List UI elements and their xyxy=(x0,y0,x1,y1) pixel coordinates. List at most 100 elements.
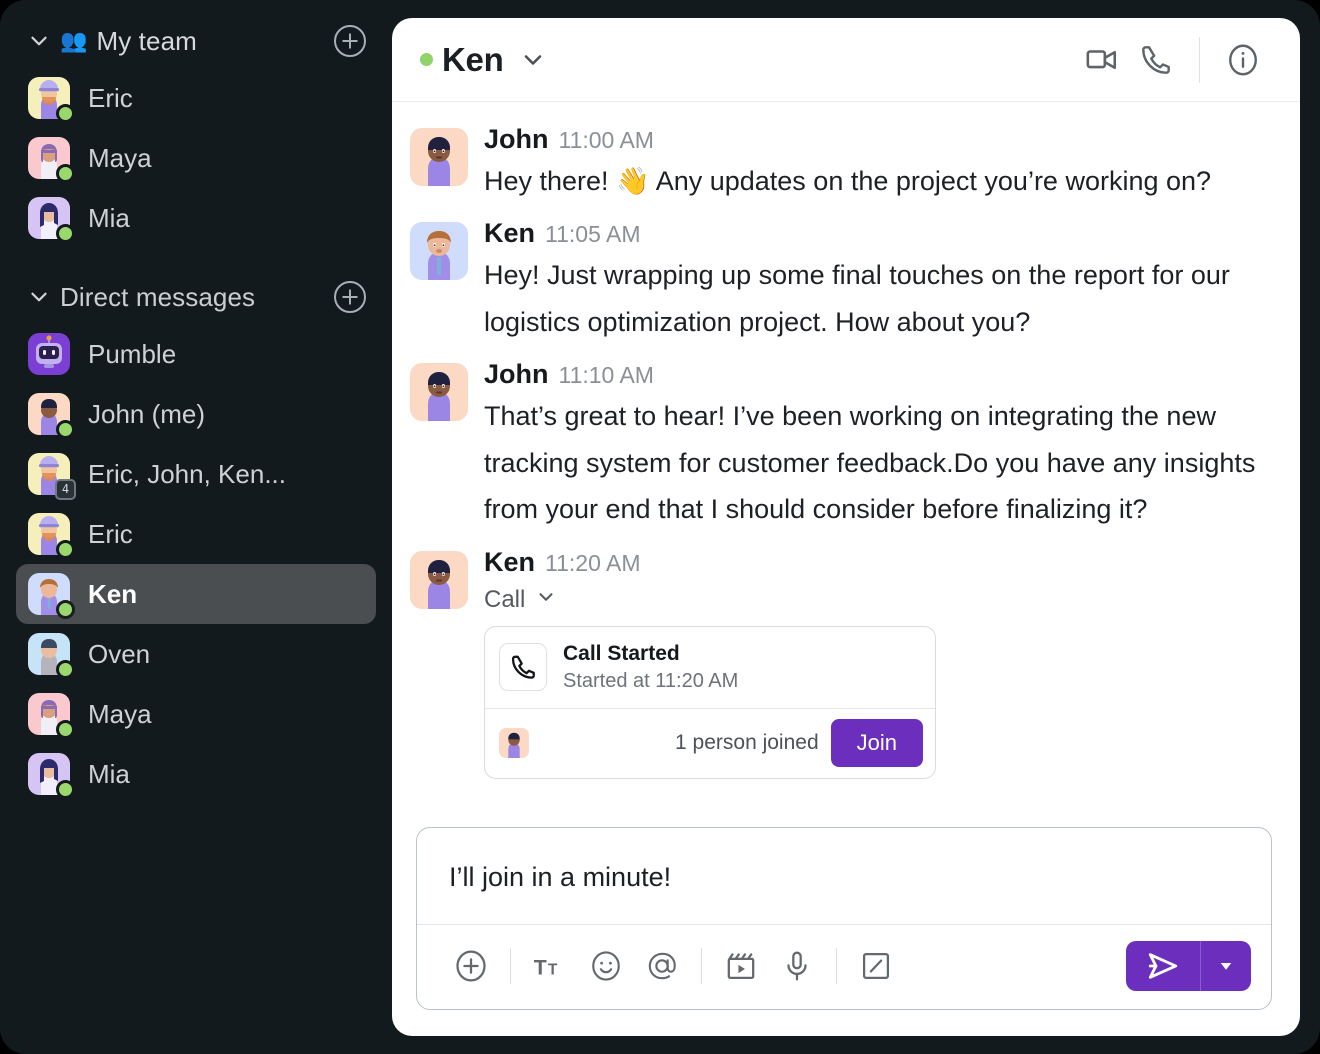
call-section-toggle[interactable]: Call xyxy=(484,586,1270,615)
send-icon[interactable] xyxy=(1126,941,1200,991)
send-button-group xyxy=(1126,941,1251,991)
avatar-john xyxy=(410,363,468,422)
message-author: Ken xyxy=(484,546,536,577)
info-icon[interactable] xyxy=(1216,37,1270,83)
call-message-body: Ken 11:20 AM Call Call Started Started a… xyxy=(484,547,1270,779)
avatar xyxy=(28,753,75,799)
sidebar-item-label: Oven xyxy=(88,638,151,669)
message-author: John xyxy=(484,124,549,154)
sidebar-item-label: Eric xyxy=(88,518,133,549)
text-format-icon[interactable]: TT xyxy=(522,939,578,993)
emoji-icon[interactable] xyxy=(578,939,634,993)
sidebar-item-maya[interactable]: Maya xyxy=(16,128,376,188)
status-dot-online xyxy=(56,540,75,559)
plus-circle-icon[interactable] xyxy=(334,25,366,57)
group-member-count-badge: 4 xyxy=(55,479,76,500)
avatar xyxy=(28,513,75,559)
people-emoji-icon: 👥 xyxy=(60,28,88,53)
video-call-icon[interactable] xyxy=(1075,37,1129,83)
avatar-john xyxy=(410,128,468,186)
mention-icon[interactable] xyxy=(634,939,690,993)
avatar-john xyxy=(410,550,468,609)
avatar xyxy=(28,393,75,439)
page-title: Ken xyxy=(442,40,504,78)
sidebar-item-label: Pumble xyxy=(88,338,177,369)
message-author: John xyxy=(484,359,549,390)
message-list: John 11:00 AM Hey there! 👋 Any updates o… xyxy=(392,102,1300,821)
sidebar-item-label: Mia xyxy=(88,202,130,233)
status-dot-online xyxy=(56,660,75,679)
call-card-text: Call Started Started at 11:20 AM xyxy=(563,641,738,694)
divider xyxy=(836,948,837,984)
slash-command-icon[interactable] xyxy=(848,939,904,993)
sidebar-item-label: Maya xyxy=(88,698,152,729)
caret-down-icon[interactable] xyxy=(1201,941,1251,991)
sidebar-item-oven[interactable]: Oven xyxy=(16,624,376,684)
presence-indicator-online xyxy=(420,53,433,66)
avatar-pumble-bot xyxy=(28,333,70,375)
call-card-footer: 1 person joined Join xyxy=(485,707,935,778)
divider xyxy=(701,948,702,984)
sidebar: 👥 My team Eric Maya Mia Direct messages … xyxy=(0,0,392,1054)
dm-section-header[interactable]: Direct messages xyxy=(0,270,392,324)
divider xyxy=(1199,36,1200,83)
plus-circle-icon[interactable] xyxy=(443,939,499,993)
message-item: John 11:00 AM Hey there! 👋 Any updates o… xyxy=(410,124,1270,204)
avatar-ken xyxy=(410,222,468,281)
message-text: Hey there! 👋 Any updates on the project … xyxy=(484,166,1212,196)
message-body: Ken 11:05 AM Hey! Just wrapping up some … xyxy=(484,218,1270,345)
message-text: That’s great to hear! I’ve been working … xyxy=(484,401,1256,525)
sidebar-item-group-chat[interactable]: 4 Eric, John, Ken... xyxy=(16,444,376,504)
conversation-header: Ken xyxy=(392,18,1300,102)
sidebar-item-pumble[interactable]: Pumble xyxy=(16,324,376,384)
sidebar-item-eric[interactable]: Eric xyxy=(16,68,376,128)
microphone-icon[interactable] xyxy=(769,939,825,993)
call-card-title: Call Started xyxy=(563,641,680,665)
team-section-label: My team xyxy=(96,25,197,56)
sidebar-item-label: John (me) xyxy=(88,398,206,429)
sidebar-item-label: Eric xyxy=(88,82,133,113)
message-author: Ken xyxy=(484,218,536,249)
chevron-down-icon[interactable] xyxy=(22,280,56,314)
sidebar-item-label: Ken xyxy=(88,578,138,609)
chevron-down-icon[interactable] xyxy=(535,586,557,615)
dm-list: Pumble John (me) 4 Eric, John, Ken... Er… xyxy=(0,324,392,804)
chevron-down-icon[interactable] xyxy=(519,46,547,74)
status-dot-online xyxy=(56,720,75,739)
sidebar-item-ken[interactable]: Ken xyxy=(16,564,376,624)
message-meta: Ken 11:20 AM xyxy=(484,547,1270,578)
avatar: 4 xyxy=(28,453,76,500)
call-section-label: Call xyxy=(484,586,526,614)
voice-call-icon[interactable] xyxy=(1129,37,1183,83)
sidebar-item-maya-dm[interactable]: Maya xyxy=(16,684,376,744)
chevron-down-icon[interactable] xyxy=(22,24,56,58)
team-section-header[interactable]: 👥 My team xyxy=(0,14,392,68)
sidebar-item-mia-dm[interactable]: Mia xyxy=(16,744,376,804)
sidebar-item-john-me[interactable]: John (me) xyxy=(16,384,376,444)
message-body: John 11:00 AM Hey there! 👋 Any updates o… xyxy=(484,124,1270,204)
sidebar-item-eric-dm[interactable]: Eric xyxy=(16,504,376,564)
call-card-subtitle: Started at 11:20 AM xyxy=(563,669,739,692)
team-members-list: Eric Maya Mia xyxy=(0,68,392,248)
chat-app-window: 👥 My team Eric Maya Mia Direct messages … xyxy=(0,0,1320,1054)
message-input[interactable]: I’ll join in a minute! xyxy=(417,828,1271,924)
message-timestamp: 11:05 AM xyxy=(545,221,641,248)
team-section-title: 👥 My team xyxy=(60,26,197,57)
sidebar-item-mia[interactable]: Mia xyxy=(16,188,376,248)
message-body: John 11:10 AM That’s great to hear! I’ve… xyxy=(484,359,1270,532)
conversation-panel: Ken John 11:00 AM Hey there! 👋 Any updat… xyxy=(392,18,1300,1036)
avatar xyxy=(28,137,75,183)
sidebar-item-label: Eric, John, Ken... xyxy=(88,458,286,489)
video-clip-icon[interactable] xyxy=(713,939,769,993)
avatar xyxy=(28,573,75,619)
message-text: Hey! Just wrapping up some final touches… xyxy=(484,260,1230,337)
avatar xyxy=(28,197,75,243)
plus-circle-icon[interactable] xyxy=(334,281,366,313)
avatar xyxy=(28,633,75,679)
svg-text:T: T xyxy=(534,956,547,980)
status-dot-online xyxy=(56,600,75,619)
call-card: Call Started Started at 11:20 AM 1 perso… xyxy=(484,625,936,779)
join-call-button[interactable]: Join xyxy=(830,718,923,767)
call-card-header: Call Started Started at 11:20 AM xyxy=(485,627,935,708)
status-dot-online xyxy=(56,224,75,243)
